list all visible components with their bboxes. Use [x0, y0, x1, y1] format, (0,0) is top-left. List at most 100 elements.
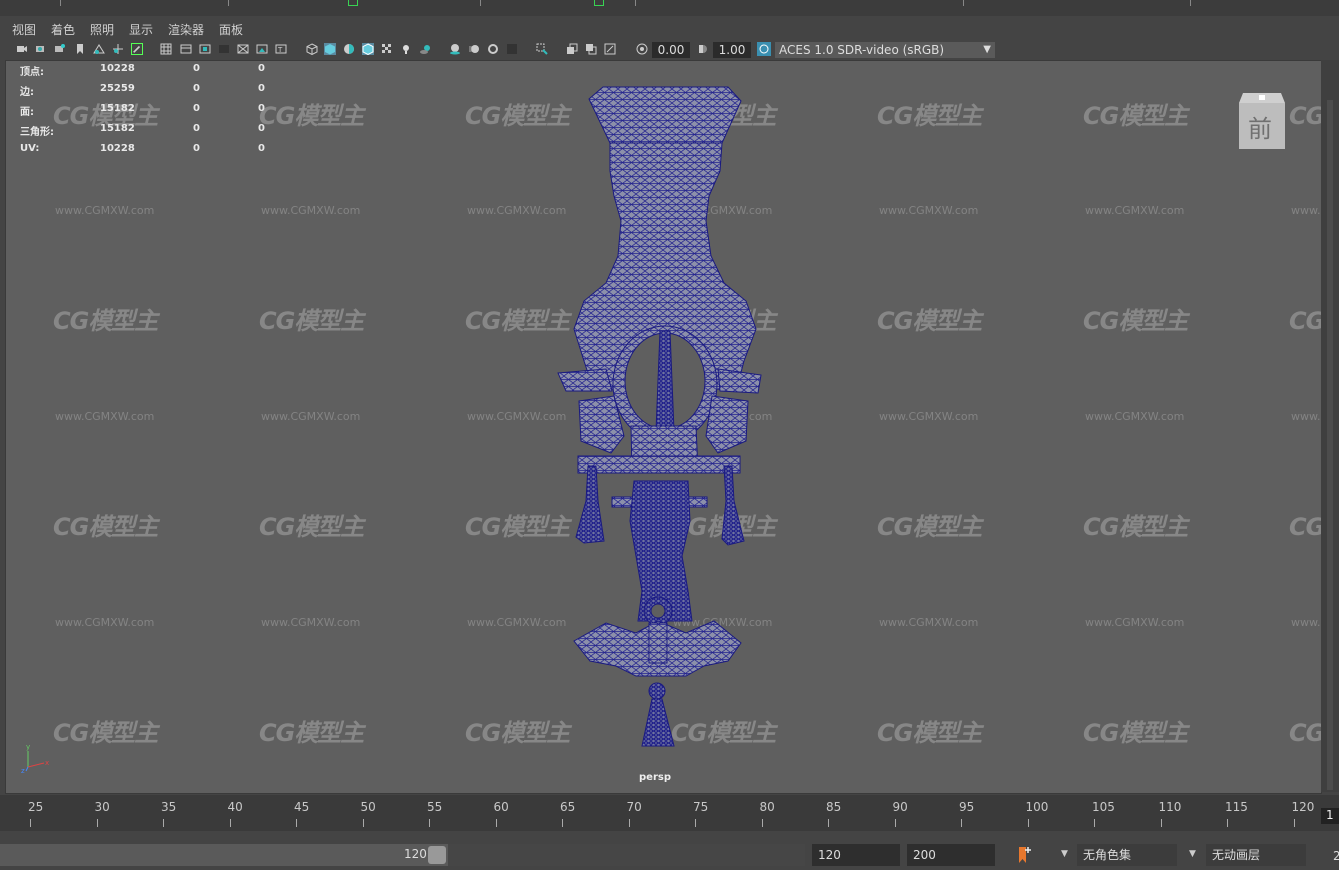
grid-icon[interactable] — [160, 43, 172, 55]
use-all-lights-icon[interactable] — [400, 43, 412, 55]
time-strip-top — [0, 0, 1339, 17]
motion-blur-icon[interactable] — [468, 43, 480, 55]
frame-tick-label: 45 — [294, 800, 310, 814]
scrollbar-thumb[interactable] — [1327, 100, 1333, 790]
frame-tick-label: 95 — [959, 800, 975, 814]
frame-tick — [628, 819, 630, 827]
isolate-select-icon[interactable] — [536, 43, 548, 55]
anim-layer-chevron-icon[interactable]: ▼ — [1189, 849, 1196, 859]
frame-tick — [695, 819, 696, 827]
menu-show[interactable]: 显示 — [129, 21, 153, 38]
frame-tick — [1027, 819, 1029, 827]
film-gate-icon[interactable] — [180, 43, 192, 55]
frame-tick-label: 85 — [826, 800, 842, 814]
gate-mask-icon[interactable] — [218, 43, 230, 55]
shadows-icon[interactable] — [419, 43, 431, 55]
safe-title-icon[interactable]: T — [275, 43, 287, 55]
frame-tick — [828, 819, 829, 827]
sword-left-wing — [557, 368, 613, 392]
sword-mesh — [557, 86, 762, 747]
resolution-gate-icon[interactable] — [199, 43, 211, 55]
image-plane-icon[interactable] — [93, 43, 105, 55]
bookmark-icon[interactable] — [74, 43, 86, 55]
frame-tick-label: 60 — [493, 800, 509, 814]
frame-tick-label: 55 — [427, 800, 443, 814]
sword-left-tassel — [575, 465, 605, 544]
xray-joints-icon[interactable] — [604, 43, 616, 55]
anti-aliasing-icon[interactable] — [487, 43, 499, 55]
sword-right-wing — [717, 368, 762, 394]
character-set-label: 无角色集 — [1083, 848, 1132, 862]
frame-tick-label: 100 — [1025, 800, 1049, 814]
strip-tick — [480, 0, 481, 6]
xray-active-icon[interactable] — [585, 43, 597, 55]
frame-tick — [296, 819, 297, 827]
bookmark-camera-icon[interactable] — [54, 43, 66, 55]
frame-tick — [761, 819, 763, 827]
default-material-icon[interactable] — [343, 43, 355, 55]
frame-tick-label: 105 — [1092, 800, 1115, 814]
menu-lighting[interactable]: 照明 — [90, 21, 114, 38]
depth-of-field-icon[interactable] — [506, 43, 518, 55]
chevron-down-icon: ▼ — [983, 44, 991, 55]
frame-tick — [96, 819, 98, 827]
view-cube-face-label: 前 — [1248, 115, 1272, 143]
field-chart-icon[interactable] — [237, 43, 249, 55]
wireframe-icon[interactable] — [306, 43, 318, 55]
frame-tick — [1293, 819, 1295, 827]
exposure-icon[interactable] — [636, 43, 648, 55]
perspective-viewport[interactable]: CG模型主CG模型主CG模型主CG模型主CG模型主CG模型主CG模型主CG模型主… — [5, 60, 1322, 794]
camera-attributes-icon[interactable] — [35, 43, 47, 55]
wireframe-on-shaded-icon[interactable] — [362, 43, 374, 55]
color-management-icon[interactable] — [757, 42, 771, 56]
fps-field[interactable]: 2 — [1333, 849, 1339, 863]
current-frame-box[interactable]: 1 — [1321, 808, 1339, 824]
frame-tick — [229, 819, 231, 827]
camera-select-icon[interactable] — [16, 43, 28, 55]
frame-tick — [894, 819, 896, 827]
frame-tick — [1227, 819, 1228, 827]
sword-end-tassel — [641, 698, 675, 747]
frame-tick-label: 35 — [161, 800, 177, 814]
textured-icon[interactable] — [381, 43, 393, 55]
frame-tick — [961, 819, 962, 827]
frame-tick-label: 25 — [28, 800, 44, 814]
frame-tick-label: 30 — [94, 800, 110, 814]
auto-key-icon[interactable] — [1016, 845, 1034, 865]
character-set-dropdown[interactable]: 无角色集 — [1077, 844, 1177, 866]
viewport-scrollbar[interactable] — [1321, 60, 1339, 792]
safe-action-icon[interactable] — [256, 43, 268, 55]
menu-panels[interactable]: 面板 — [219, 21, 243, 38]
range-slider-handle[interactable] — [428, 846, 446, 864]
strip-tick — [963, 0, 964, 6]
anim-layer-label: 无动画层 — [1212, 848, 1261, 862]
menu-shading[interactable]: 着色 — [51, 21, 75, 38]
strip-tick — [60, 0, 61, 6]
grease-pencil-icon[interactable] — [131, 43, 143, 55]
color-space-dropdown[interactable]: ACES 1.0 SDR-video (sRGB) ▼ — [775, 42, 995, 58]
end-time-field[interactable]: 120 — [812, 844, 900, 866]
prefs-chevron-icon[interactable]: ▼ — [1061, 849, 1068, 859]
range-slider[interactable]: 120 — [0, 844, 448, 866]
range-slider-bar: 120 120 200 ▼ 无角色集 ▼ 无动画层 2 — [0, 841, 1339, 870]
frame-tick-label: 90 — [892, 800, 908, 814]
frame-tick-label: 75 — [693, 800, 709, 814]
view-cube[interactable]: 前 — [1239, 91, 1285, 149]
gamma-field[interactable]: 1.00 — [713, 42, 751, 58]
xray-icon[interactable] — [566, 43, 578, 55]
time-slider[interactable]: 25 30 35 40 45 50 55 60 65 70 75 80 85 90 95 100 105 110 1… — [0, 795, 1339, 831]
gamma-icon[interactable] — [697, 43, 709, 55]
anim-layer-dropdown[interactable]: 无动画层 — [1206, 844, 1306, 866]
sword-top-cap — [588, 86, 742, 144]
panel-toolbar: T 0.00 1.00 ACES 1.0 SDR-video (sRGB) ▼ — [0, 40, 1339, 60]
svg-text:y: y — [26, 743, 30, 751]
max-time-field[interactable]: 200 — [907, 844, 995, 866]
menu-renderer[interactable]: 渲染器 — [168, 21, 204, 38]
exposure-field[interactable]: 0.00 — [652, 42, 690, 58]
strip-tick — [635, 0, 636, 6]
ambient-occlusion-icon[interactable] — [449, 43, 461, 55]
2d-pan-zoom-icon[interactable] — [112, 43, 124, 55]
smooth-shade-icon[interactable] — [324, 43, 336, 55]
frame-tick — [495, 819, 497, 827]
menu-view[interactable]: 视图 — [12, 21, 36, 38]
